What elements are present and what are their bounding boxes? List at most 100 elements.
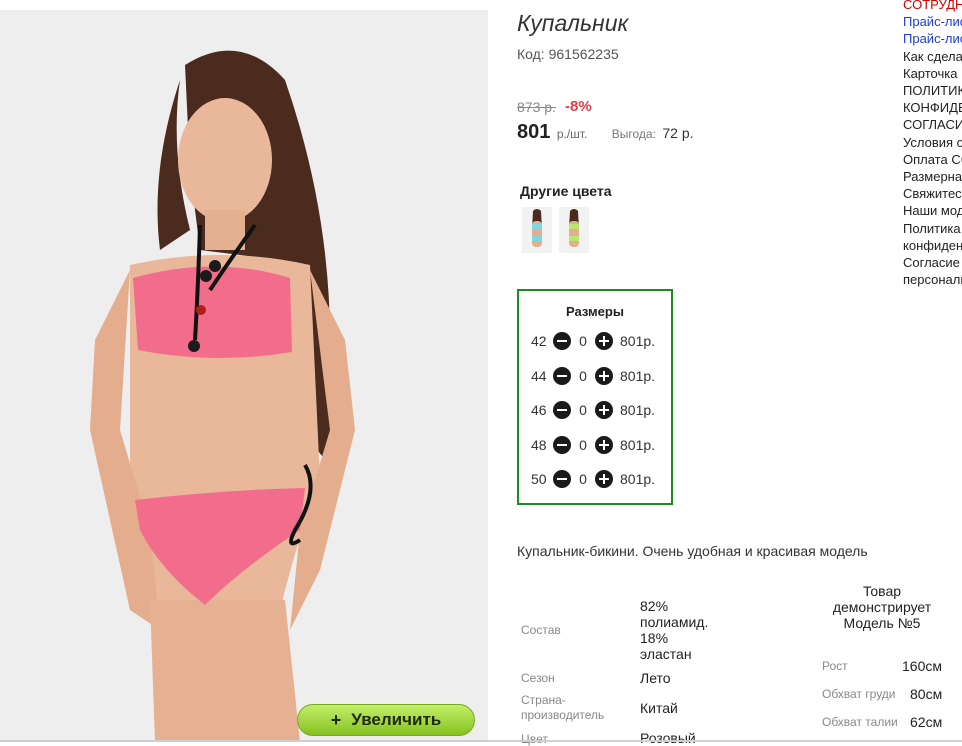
model-title: Товар демонстрирует Модель №5	[820, 583, 944, 631]
size-row: 44 0 801р.	[531, 365, 655, 387]
minus-icon[interactable]	[553, 367, 571, 385]
benefit-value: 72 р.	[662, 125, 694, 141]
country-value: Китай	[640, 700, 678, 716]
size-number: 48	[531, 437, 547, 453]
sidebar-link[interactable]: КОНФИДЕНЦИАЛЬНОСТИ	[903, 99, 962, 116]
composition-value: 82% полиамид. 18% эластан	[640, 598, 708, 662]
plus-icon[interactable]	[595, 401, 613, 419]
season-label: Сезон	[521, 671, 555, 685]
size-price: 801р.	[620, 437, 656, 453]
swatch-bottom	[569, 236, 579, 241]
size-price: 801р.	[620, 402, 656, 418]
color-value: Розовый	[640, 730, 696, 746]
season-value: Лето	[640, 670, 671, 686]
chest-value: 80см	[910, 686, 943, 702]
other-colors-title: Другие цвета	[520, 183, 612, 199]
benefit-label: Выгода:	[611, 127, 656, 141]
price-value: 801	[517, 121, 551, 143]
minus-icon[interactable]	[553, 436, 571, 454]
size-row: 46 0 801р.	[531, 399, 655, 421]
size-row: 48 0 801р.	[531, 434, 655, 456]
minus-icon[interactable]	[553, 332, 571, 350]
model-title-line: Товар	[862, 583, 902, 599]
color-label: Цвет	[521, 732, 548, 746]
product-description: Купальник-бикини. Очень удобная и красив…	[517, 543, 868, 559]
composition-line: 18%	[640, 630, 669, 646]
size-qty[interactable]: 0	[571, 333, 595, 349]
sidebar-link[interactable]: СОГЛАСИЕ	[903, 116, 962, 133]
product-code: Код: 961562235	[517, 46, 619, 62]
size-price: 801р.	[620, 471, 656, 487]
minus-icon[interactable]	[553, 470, 571, 488]
color-swatch-blue[interactable]	[522, 207, 552, 253]
size-price: 801р.	[620, 333, 656, 349]
product-title: Купальник	[517, 10, 629, 36]
sizes-panel: Размеры 42 0 801р. 44 0 801р. 46 0 801р.…	[517, 289, 673, 505]
swatch-model-icon	[522, 207, 552, 253]
country-label-line: производитель	[521, 708, 605, 722]
sidebar-link[interactable]: Оплата Сбербанк	[903, 151, 962, 168]
size-qty[interactable]: 0	[571, 437, 595, 453]
sidebar-link[interactable]: СОТРУДНИЧЕСТВО	[903, 0, 962, 13]
plus-icon[interactable]	[595, 367, 613, 385]
old-price: 873 р.	[517, 99, 556, 115]
minus-icon[interactable]	[553, 401, 571, 419]
sidebar-links: СОТРУДНИЧЕСТВО Прайс-лист Прайс-лист Как…	[903, 0, 962, 288]
size-row: 50 0 801р.	[531, 468, 655, 490]
code-value: 961562235	[548, 46, 619, 62]
size-number: 44	[531, 368, 547, 384]
plus-icon[interactable]	[595, 470, 613, 488]
composition-line: полиамид.	[640, 614, 709, 630]
plus-icon: +	[330, 709, 342, 730]
chest-label: Обхват груди	[822, 687, 896, 701]
sidebar-link[interactable]: Политика	[903, 220, 962, 237]
color-swatch-green[interactable]	[559, 207, 589, 253]
waist-value: 62см	[910, 714, 943, 730]
sidebar-link[interactable]: Как сделать заказ	[903, 48, 962, 65]
plus-icon[interactable]	[595, 436, 613, 454]
sidebar-link[interactable]: Условия оплаты	[903, 134, 962, 151]
model-title-line: демонстрирует	[832, 599, 932, 615]
sidebar-link[interactable]: Карточка	[903, 65, 962, 82]
size-qty[interactable]: 0	[571, 402, 595, 418]
sidebar-link[interactable]: Согласие на обработку	[903, 254, 962, 271]
size-number: 46	[531, 402, 547, 418]
size-number: 50	[531, 471, 547, 487]
product-image[interactable]	[0, 10, 488, 742]
composition-line: эластан	[640, 646, 692, 662]
country-label-line: Страна-	[521, 693, 566, 707]
country-label: Страна- производитель	[521, 693, 604, 723]
size-price: 801р.	[620, 368, 656, 384]
composition-line: 82%	[640, 598, 669, 614]
size-number: 42	[531, 333, 547, 349]
sizes-title: Размеры	[566, 304, 624, 319]
size-row: 42 0 801р.	[531, 330, 655, 352]
price-unit: р./шт.	[556, 127, 588, 141]
height-value: 160см	[902, 658, 942, 674]
size-qty[interactable]: 0	[571, 471, 595, 487]
sidebar-link[interactable]: конфиденциальности	[903, 237, 962, 254]
sidebar-link[interactable]: ПОЛИТИКА	[903, 82, 962, 99]
plus-icon[interactable]	[595, 332, 613, 350]
waist-label: Обхват талии	[822, 715, 898, 729]
swatch-top	[569, 224, 579, 229]
sidebar-link[interactable]: персональных данных	[903, 271, 962, 288]
zoom-button[interactable]: + Увеличить	[297, 704, 475, 736]
swatch-bottom	[532, 236, 542, 241]
code-label: Код:	[517, 46, 545, 62]
sidebar-link[interactable]: Прайс-лист	[903, 30, 962, 47]
size-qty[interactable]: 0	[571, 368, 595, 384]
price-row: 801 р./шт. Выгода: 72 р.	[517, 121, 694, 144]
model-title-line: Модель №5	[843, 615, 921, 631]
height-label: Рост	[822, 659, 848, 673]
composition-label: Состав	[521, 623, 561, 637]
swatch-model-icon	[559, 207, 589, 253]
sidebar-link[interactable]: Свяжитесь с нами	[903, 185, 962, 202]
sidebar-link[interactable]: Размерная сетка	[903, 168, 962, 185]
swatch-top	[532, 224, 542, 229]
sidebar-link[interactable]: Наши модели	[903, 202, 962, 219]
model-photo	[0, 10, 488, 742]
discount-badge: -8%	[565, 98, 592, 115]
zoom-label: Увеличить	[351, 710, 442, 729]
sidebar-link[interactable]: Прайс-лист	[903, 13, 962, 30]
